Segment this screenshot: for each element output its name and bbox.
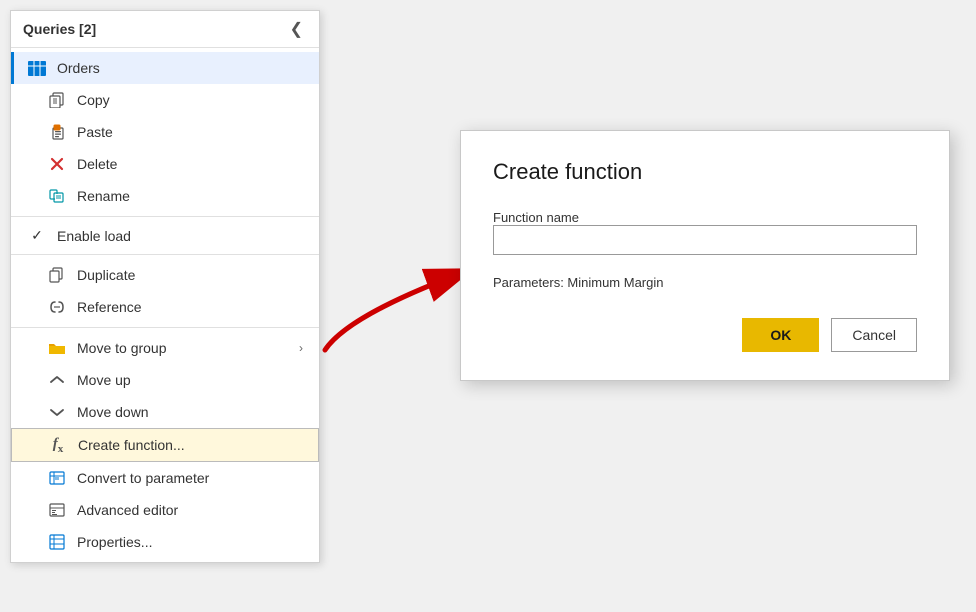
menu-item-rename[interactable]: Rename [11,180,319,212]
properties-label: Properties... [77,534,303,550]
properties-icon [47,532,67,552]
menu-item-move-down[interactable]: Move down [11,396,319,428]
separator-1 [11,216,319,217]
copy-label: Copy [77,92,303,108]
menu-item-advanced-editor[interactable]: Advanced editor [11,494,319,526]
menu-item-convert-to-parameter[interactable]: Convert to parameter [11,462,319,494]
orders-label: Orders [57,60,303,76]
cancel-button[interactable]: Cancel [831,318,917,352]
advanced-editor-label: Advanced editor [77,502,303,518]
menu-item-create-function[interactable]: fx Create function... [11,428,319,462]
copy-icon [47,90,67,110]
function-name-input[interactable] [493,225,917,255]
paste-icon [47,122,67,142]
menu-item-move-up[interactable]: Move up [11,364,319,396]
move-up-label: Move up [77,372,303,388]
reference-icon [47,297,67,317]
menu-item-duplicate[interactable]: Duplicate [11,259,319,291]
dialog-title: Create function [493,159,917,185]
convert-to-parameter-label: Convert to parameter [77,470,303,486]
rename-label: Rename [77,188,303,204]
menu-item-delete[interactable]: Delete [11,148,319,180]
delete-label: Delete [77,156,303,172]
function-name-label: Function name [493,210,579,225]
menu-item-orders[interactable]: Orders [11,52,319,84]
menu-list: Orders Copy [11,48,319,562]
convert-to-parameter-icon [47,468,67,488]
context-menu-panel: Queries [2] ❮ Orders [10,10,320,563]
separator-2 [11,254,319,255]
enable-load-label: Enable load [57,228,303,244]
menu-item-paste[interactable]: Paste [11,116,319,148]
duplicate-icon [47,265,67,285]
separator-3 [11,327,319,328]
table-icon [27,58,47,78]
menu-item-move-to-group[interactable]: Move to group › [11,332,319,364]
create-function-label: Create function... [78,437,302,453]
menu-item-copy[interactable]: Copy [11,84,319,116]
folder-icon [47,338,67,358]
paste-label: Paste [77,124,303,140]
duplicate-label: Duplicate [77,267,303,283]
collapse-button[interactable]: ❮ [286,19,307,39]
move-to-group-label: Move to group [77,340,299,356]
create-function-dialog: Create function Function name Parameters… [460,130,950,381]
fx-icon: fx [48,435,68,455]
params-label: Parameters: Minimum Margin [493,275,917,290]
panel-title: Queries [2] [23,21,96,37]
reference-label: Reference [77,299,303,315]
move-up-icon [47,370,67,390]
panel-header: Queries [2] ❮ [11,11,319,48]
menu-item-properties[interactable]: Properties... [11,526,319,558]
menu-item-reference[interactable]: Reference [11,291,319,323]
rename-icon [47,186,67,206]
move-down-label: Move down [77,404,303,420]
ok-button[interactable]: OK [742,318,819,352]
checkmark-icon: ✓ [27,227,47,244]
submenu-arrow-icon: › [299,341,303,355]
advanced-editor-icon [47,500,67,520]
dialog-buttons: OK Cancel [493,318,917,352]
menu-item-enable-load[interactable]: ✓ Enable load [11,221,319,250]
delete-icon [47,154,67,174]
move-down-icon [47,402,67,422]
